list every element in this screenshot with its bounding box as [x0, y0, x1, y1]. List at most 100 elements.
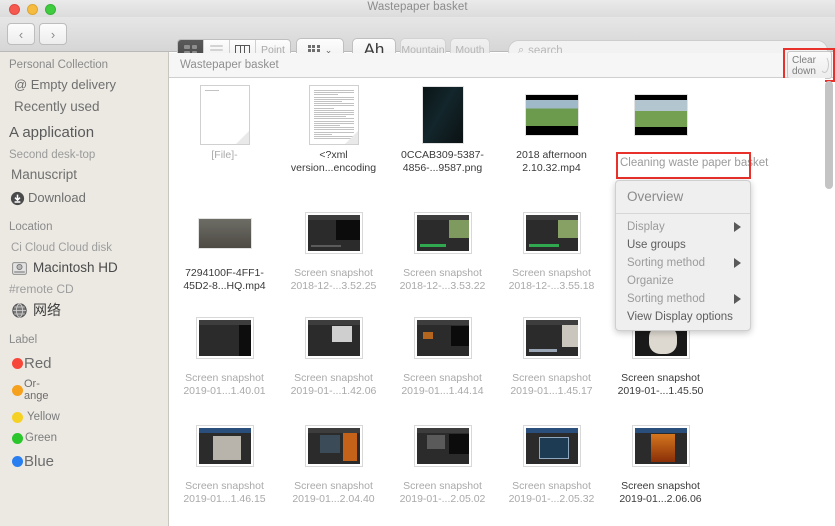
- harddisk-icon: [12, 261, 28, 276]
- sidebar-item-label: Yellow: [27, 410, 60, 423]
- sidebar-heading-location: Location: [9, 220, 53, 233]
- file-item[interactable]: Screen snapshot 2019-01...1.40.01: [170, 307, 279, 397]
- window-title: Wastepaper basket: [367, 1, 468, 13]
- context-menu-title[interactable]: Cleaning waste paper basket: [620, 157, 770, 169]
- screenshot-icon: [414, 213, 471, 253]
- file-item[interactable]: 7294100F-4FF1-45D2-8...HQ.mp4: [170, 202, 279, 292]
- sidebar-item-empty-delivery[interactable]: @ Empty delivery: [0, 74, 168, 94]
- file-thumbnail: [520, 84, 584, 146]
- menu-item-overview[interactable]: Overview: [616, 185, 750, 209]
- file-item[interactable]: [File]-: [170, 84, 279, 174]
- menu-item-label: Overview: [627, 189, 684, 204]
- file-thumbnail: [302, 84, 366, 146]
- sidebar-item-label-red[interactable]: Red: [0, 349, 168, 374]
- clear-down-button[interactable]: Clear down: [787, 51, 832, 79]
- sidebar-item-icloud[interactable]: Ci Cloud Cloud disk: [0, 236, 168, 256]
- screenshot-icon: [305, 318, 362, 358]
- screenshot-icon: [305, 213, 362, 253]
- vertical-scrollbar[interactable]: [825, 79, 833, 524]
- menu-item-use-groups[interactable]: Use groups: [616, 236, 750, 254]
- context-menu: Overview Display Use groups Sorting meth…: [615, 180, 751, 331]
- back-button[interactable]: ‹: [7, 23, 35, 45]
- file-name: Screen snapshot 2018-12-...3.53.22: [399, 267, 486, 292]
- sidebar-item-download[interactable]: Download: [0, 185, 168, 207]
- file-thumbnail: [302, 202, 366, 264]
- file-item[interactable]: 2018 afternoon 2.10.32.mp4: [497, 84, 606, 174]
- screenshot-icon: [523, 213, 580, 253]
- file-thumbnail: [629, 84, 693, 146]
- text-document-icon: [308, 85, 359, 145]
- submenu-arrow-icon: [734, 222, 741, 232]
- file-thumbnail: [520, 307, 584, 369]
- sidebar-item-second-desktop[interactable]: Second desk-top: [0, 143, 168, 163]
- file-name: Screen snapshot 2019-01...1.44.14: [401, 372, 484, 397]
- menu-item-sorting-method-2[interactable]: Sorting method: [616, 290, 750, 308]
- sidebar-item-label-yellow[interactable]: Yellow: [0, 405, 168, 425]
- file-name: 0CCAB309-5387-4856-...9587.png: [401, 149, 484, 174]
- file-name: Screen snapshot 2018-12-...3.55.18: [508, 267, 595, 292]
- sidebar-item-label: Manuscript: [11, 167, 78, 183]
- file-row: Screen snapshot 2019-01...1.46.15 Screen…: [170, 415, 825, 505]
- forward-button[interactable]: ›: [39, 23, 67, 45]
- sidebar-item-label-blue[interactable]: Blue: [0, 447, 168, 472]
- menu-item-sorting-method-1[interactable]: Sorting method: [616, 254, 750, 272]
- sidebar-item-manuscript[interactable]: Manuscript: [0, 163, 168, 185]
- network-icon: [12, 303, 28, 318]
- file-thumbnail: [193, 202, 257, 264]
- sidebar-item-network[interactable]: 网络: [0, 298, 168, 320]
- screenshot-icon: [523, 318, 580, 358]
- menu-item-view-display-options[interactable]: View Display options: [616, 308, 750, 326]
- file-item[interactable]: Screen snapshot 2018-12-...3.52.25: [279, 202, 388, 292]
- file-item[interactable]: Screen snapshot 2019-01...2.04.40: [279, 415, 388, 505]
- file-item[interactable]: Screen snapshot 2019-01...1.45.17: [497, 307, 606, 397]
- menu-separator: [616, 213, 750, 214]
- outdoor-video-icon: [524, 94, 579, 136]
- menu-item-label: Organize: [627, 275, 674, 287]
- menu-item-display[interactable]: Display: [616, 218, 750, 236]
- sidebar-item-label-orange[interactable]: Or-ange: [0, 374, 168, 405]
- file-item[interactable]: Screen snapshot 2018-12-...3.55.18: [497, 202, 606, 292]
- file-thumbnail: [520, 202, 584, 264]
- file-item[interactable]: Screen snapshot 2019-01-...2.05.02: [388, 415, 497, 505]
- red-dot-icon: [12, 358, 23, 370]
- submenu-arrow-icon: [734, 258, 741, 268]
- scrollbar-thumb[interactable]: [825, 81, 833, 189]
- file-item[interactable]: Screen snapshot 2019-01...1.44.14: [388, 307, 497, 397]
- sidebar-item-remote-cd[interactable]: #remote CD: [0, 278, 168, 298]
- file-name: 7294100F-4FF1-45D2-8...HQ.mp4: [183, 267, 266, 292]
- sidebar-item-recently-used[interactable]: Recently used: [0, 94, 168, 117]
- sidebar-item-label: 网络: [33, 301, 61, 318]
- file-name: <?xml version...encoding: [290, 149, 377, 174]
- sidebar: Personal Collection @ Empty delivery Rec…: [0, 52, 169, 526]
- file-item[interactable]: Screen snapshot 2019-01...2.06.06: [606, 415, 715, 505]
- menu-item-label: Sorting method: [627, 257, 705, 269]
- dark-image-icon: [421, 86, 464, 144]
- file-item[interactable]: <?xml version...encoding: [279, 84, 388, 174]
- blue-dot-icon: [12, 456, 23, 468]
- sidebar-item-label-green[interactable]: Green: [0, 425, 168, 446]
- sidebar-item-a-application[interactable]: A application: [0, 117, 168, 143]
- file-name: Screen snapshot 2019-01...2.04.40: [292, 480, 375, 505]
- file-item[interactable]: Screen snapshot 2019-01-...2.05.32: [497, 415, 606, 505]
- green-dot-icon: [12, 432, 23, 444]
- toolbar: ‹ › Point ⌄ Ah Mountain Mouth ⌕ search: [0, 17, 835, 62]
- breadcrumb-current[interactable]: Wastepaper basket: [180, 59, 279, 71]
- sidebar-heading-personal: Personal Collection: [9, 59, 109, 71]
- sidebar-item-label: Recently used: [14, 99, 100, 115]
- menu-item-organize[interactable]: Organize: [616, 272, 750, 290]
- screenshot-icon: [196, 318, 253, 358]
- sidebar-item-label: @ Empty delivery: [14, 77, 117, 92]
- yellow-dot-icon: [12, 411, 23, 423]
- sidebar-item-macintosh-hd[interactable]: Macintosh HD: [0, 256, 168, 278]
- file-item[interactable]: Screen snapshot 2019-01...1.46.15: [170, 415, 279, 505]
- file-name: Screen snapshot 2019-01...1.46.15: [183, 480, 266, 505]
- sidebar-item-label: Red: [24, 354, 52, 372]
- sidebar-item-label: Macintosh HD: [33, 260, 118, 276]
- clear-down-button-wrap: Clear down: [787, 51, 832, 79]
- menu-item-label: Display: [627, 221, 665, 233]
- file-item[interactable]: Screen snapshot 2018-12-...3.53.22: [388, 202, 497, 292]
- file-item[interactable]: 0CCAB309-5387-4856-...9587.png: [388, 84, 497, 174]
- screenshot-icon: [305, 426, 362, 466]
- file-item[interactable]: Screen snapshot 2019-01-...1.42.06: [279, 307, 388, 397]
- person-video-icon: [197, 217, 252, 249]
